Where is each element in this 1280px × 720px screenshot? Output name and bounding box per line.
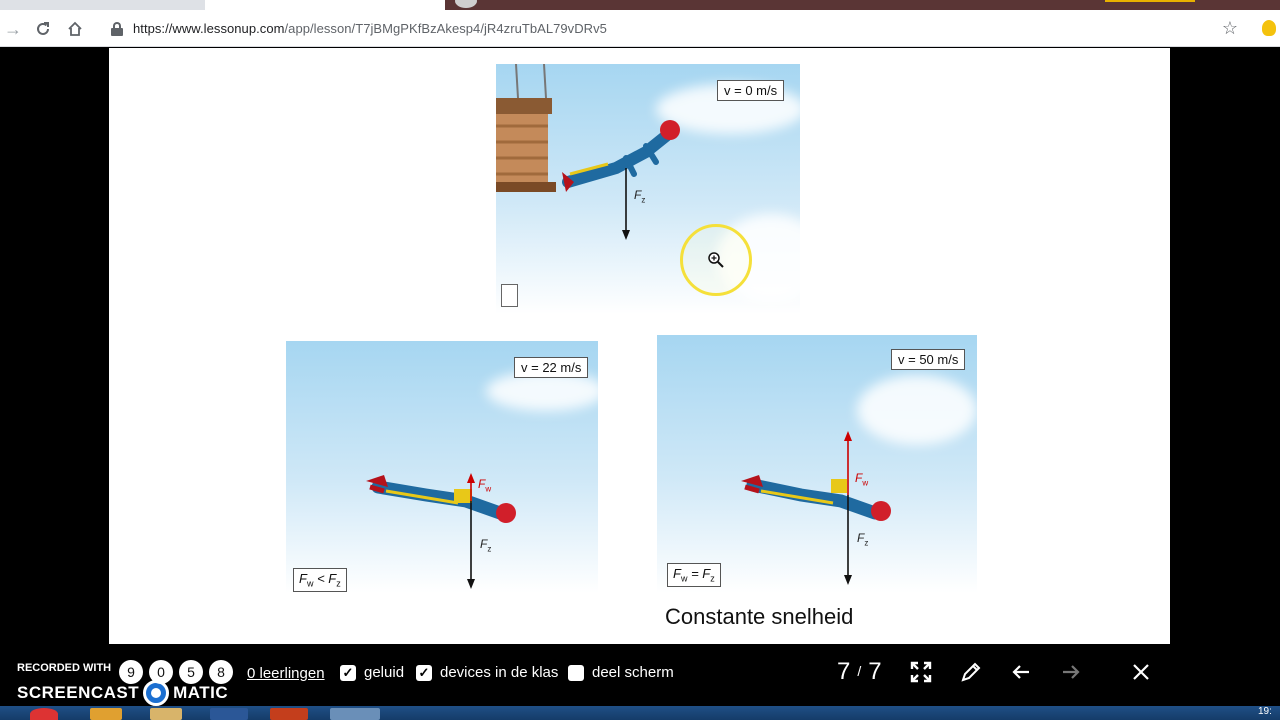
arrow-right-icon[interactable] — [1057, 658, 1085, 686]
star-icon[interactable]: ☆ — [1218, 16, 1242, 40]
devices-label: devices in de klas — [440, 664, 559, 681]
arrow-left-icon[interactable] — [1007, 658, 1035, 686]
devices-checkbox[interactable]: ✓ — [416, 664, 432, 681]
slide-caption: Constante snelheid — [665, 604, 854, 629]
sound-checkbox[interactable]: ✓ — [340, 664, 356, 681]
code-digit: 9 — [119, 660, 143, 684]
drag-force-label: Fw — [855, 471, 869, 488]
velocity-label: v = 22 m/s — [514, 357, 589, 378]
recorder-label: RECORDED WITH — [17, 662, 112, 674]
page-total: 7 — [868, 658, 882, 685]
code-digit: 5 — [179, 660, 203, 684]
slide-counter: 7 / 7 — [837, 658, 882, 686]
app-taskbar-icon[interactable] — [90, 708, 122, 720]
tab-strip — [0, 0, 1280, 10]
gravity-force-arrow — [622, 168, 630, 240]
gravity-force-label: Fz — [480, 537, 492, 554]
tab-indicator — [1105, 0, 1195, 2]
powerpoint-taskbar-icon[interactable] — [270, 708, 308, 720]
url-text: https://www.lessonup.com/app/lesson/T7jB… — [133, 21, 607, 36]
url-path: /app/lesson/T7jBMgPKfBzAkesp4/jR4zruTbAL… — [284, 21, 607, 36]
image-panel-start: Fz v = 0 m/s — [496, 64, 800, 314]
force-arrows — [467, 473, 475, 589]
force-relation-label: Fw = Fz — [667, 563, 721, 587]
address-bar[interactable]: https://www.lessonup.com/app/lesson/T7jB… — [100, 14, 1248, 43]
sound-option[interactable]: ✓ geluid — [340, 664, 404, 681]
gravity-force-label: Fz — [634, 188, 646, 205]
fullscreen-icon[interactable] — [907, 658, 935, 686]
force-relation-label: Fw < Fz — [293, 568, 347, 592]
share-screen-option[interactable]: deel scherm — [568, 664, 674, 681]
clock: 19: — [1258, 706, 1272, 717]
lesson-control-bar: RECORDED WITH SCREENCAST MATIC 9 0 5 8 0… — [0, 644, 1280, 706]
close-icon[interactable] — [1127, 658, 1155, 686]
code-digit: 0 — [149, 660, 173, 684]
code-digit: 8 — [209, 660, 233, 684]
zoom-in-icon — [708, 252, 724, 268]
image-panel-accelerating: Fw Fz v = 22 m/s Fw < Fz — [286, 341, 598, 593]
explorer-taskbar-icon[interactable] — [150, 708, 182, 720]
velocity-label: v = 50 m/s — [891, 349, 966, 370]
page-current: 7 — [837, 658, 851, 685]
os-taskbar: 19: — [0, 706, 1280, 720]
share-screen-label: deel scherm — [592, 664, 674, 681]
app-taskbar-icon[interactable] — [330, 708, 380, 720]
sound-label: geluid — [364, 664, 405, 681]
brand-right: MATIC — [173, 683, 229, 702]
home-icon[interactable] — [62, 16, 88, 42]
students-link[interactable]: 0 leerlingen — [247, 665, 325, 682]
empty-checkbox-placeholder[interactable] — [501, 284, 518, 307]
image-panel-terminal-velocity: Fw Fz v = 50 m/s Fw = Fz — [657, 335, 977, 593]
lock-icon — [111, 21, 123, 36]
devices-option[interactable]: ✓ devices in de klas — [416, 664, 558, 681]
brand-left: SCREENCAST — [17, 683, 140, 702]
browser-toolbar: → https://www.lessonup.com/app/lesson/T7… — [0, 10, 1280, 47]
force-arrows — [844, 431, 852, 585]
drag-force-label: Fw — [478, 477, 492, 494]
active-tab[interactable] — [205, 0, 445, 10]
chrome-taskbar-icon[interactable] — [30, 708, 58, 720]
page-separator: / — [857, 663, 862, 679]
word-taskbar-icon[interactable] — [210, 708, 248, 720]
share-screen-checkbox[interactable] — [568, 664, 584, 681]
class-code: 9 0 5 8 — [119, 660, 233, 684]
extension-icon[interactable] — [1262, 20, 1276, 36]
gravity-force-label: Fz — [857, 531, 869, 548]
back-arrow-icon[interactable]: → — [0, 16, 26, 42]
pencil-icon[interactable] — [957, 658, 985, 686]
url-host: https://www.lessonup.com — [133, 21, 285, 36]
velocity-label: v = 0 m/s — [717, 80, 785, 101]
slide-canvas: Fz v = 0 m/s Fw Fz v = 22 m/s Fw < Fz Fw… — [109, 48, 1170, 644]
reload-icon[interactable] — [30, 16, 56, 42]
